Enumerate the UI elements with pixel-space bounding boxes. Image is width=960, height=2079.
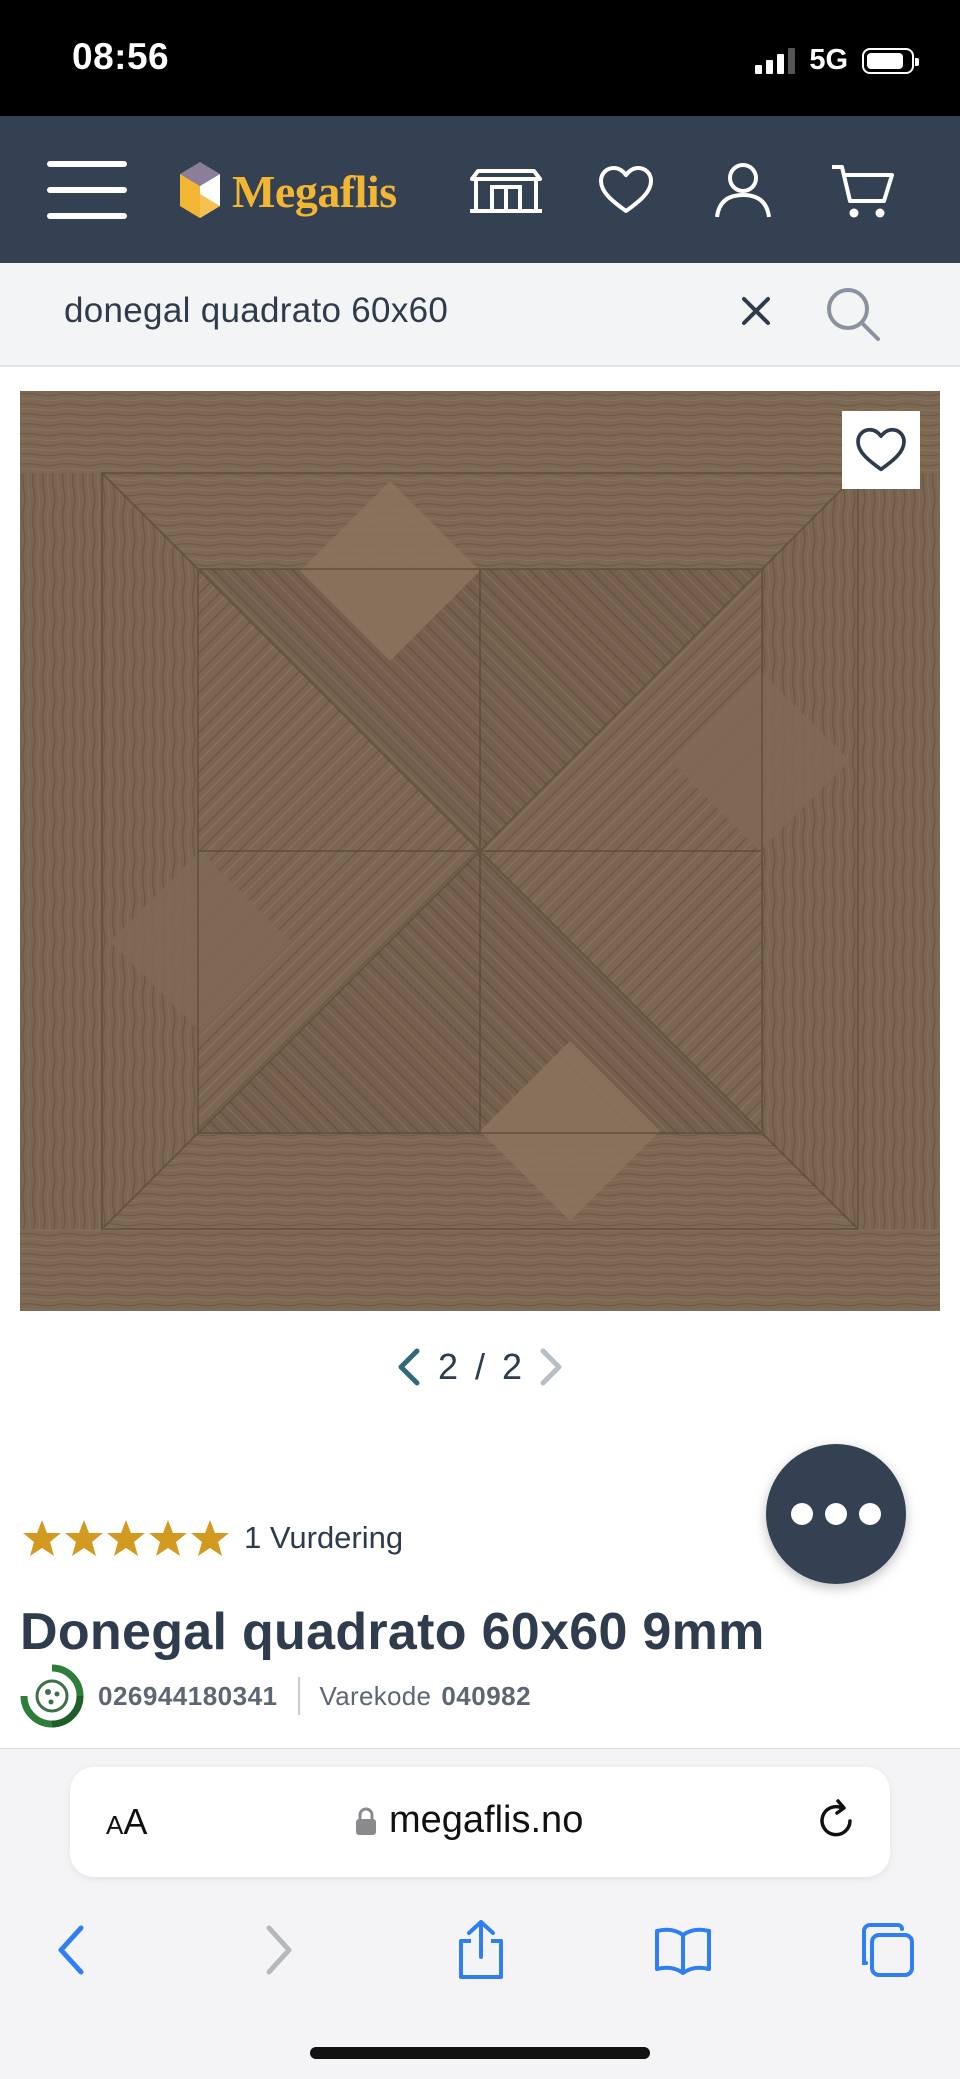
star-icon bbox=[65, 1520, 103, 1556]
tabs-button[interactable] bbox=[852, 1915, 922, 1985]
eco-badge-icon bbox=[20, 1664, 84, 1728]
account-button[interactable] bbox=[710, 116, 776, 263]
dot-icon bbox=[825, 1503, 847, 1525]
dot-icon bbox=[859, 1503, 881, 1525]
pager-total: 2 bbox=[501, 1346, 523, 1387]
rating-count[interactable]: 1 Vurdering bbox=[244, 1520, 403, 1556]
heart-icon bbox=[599, 165, 653, 213]
battery-icon bbox=[862, 47, 919, 74]
bookmarks-button[interactable] bbox=[648, 1915, 718, 1985]
search-icon[interactable] bbox=[824, 285, 882, 343]
tabs-icon bbox=[862, 1923, 914, 1977]
star-icon bbox=[191, 1520, 229, 1556]
product-image[interactable] bbox=[20, 391, 940, 1311]
pager-current: 2 bbox=[437, 1346, 458, 1387]
chevron-left-icon[interactable] bbox=[395, 1347, 421, 1387]
signal-icon bbox=[755, 47, 796, 74]
product-rating[interactable]: 1 Vurdering bbox=[22, 1518, 403, 1558]
star-icon bbox=[23, 1520, 61, 1556]
share-icon bbox=[459, 1920, 503, 1979]
search-bar: donegal quadrato 60x60 bbox=[0, 263, 960, 367]
ean-code: 026944180341 bbox=[98, 1680, 278, 1711]
product-codes: 026944180341 Varekode 040982 bbox=[18, 1660, 531, 1732]
star-rating bbox=[22, 1518, 230, 1558]
forward-button[interactable] bbox=[244, 1915, 314, 1985]
tile-pattern-image bbox=[20, 391, 940, 1311]
divider bbox=[297, 1677, 300, 1715]
wishlist-button[interactable] bbox=[594, 116, 658, 263]
browser-toolbar: AA megaflis.no bbox=[0, 1748, 960, 2079]
menu-icon bbox=[47, 160, 127, 219]
logo-cube-icon bbox=[180, 162, 220, 218]
more-actions-button[interactable] bbox=[766, 1444, 906, 1584]
showroom-icon bbox=[470, 168, 542, 213]
clear-search-icon[interactable] bbox=[732, 287, 780, 335]
lock-icon bbox=[356, 1807, 376, 1835]
aa-small: A bbox=[106, 1810, 124, 1840]
share-button[interactable] bbox=[446, 1915, 516, 1985]
chevron-left-icon bbox=[58, 1925, 84, 1975]
cart-icon bbox=[832, 164, 894, 217]
user-icon bbox=[715, 162, 771, 217]
product-title: Donegal quadrato 60x60 9mm bbox=[20, 1603, 765, 1661]
url-display[interactable]: megaflis.no bbox=[355, 1799, 583, 1842]
logo-text: Megaflis bbox=[232, 165, 397, 217]
pager-separator: / bbox=[474, 1346, 485, 1387]
varekode-label: Varekode bbox=[319, 1680, 432, 1711]
showroom-button[interactable] bbox=[466, 116, 546, 263]
back-button[interactable] bbox=[36, 1915, 106, 1985]
chevron-right-icon bbox=[266, 1925, 292, 1975]
menu-button[interactable] bbox=[44, 116, 130, 263]
heart-icon bbox=[856, 427, 906, 472]
star-icon bbox=[107, 1520, 145, 1556]
status-time: 08:56 bbox=[72, 36, 170, 77]
star-icon bbox=[149, 1520, 187, 1556]
address-bar[interactable]: AA megaflis.no bbox=[70, 1767, 890, 1877]
home-indicator bbox=[310, 2047, 650, 2059]
domain-text: megaflis.no bbox=[389, 1799, 584, 1841]
reader-settings-button[interactable]: AA bbox=[106, 1801, 147, 1843]
image-pager: 2 / 2 bbox=[380, 1340, 580, 1394]
aa-large: A bbox=[123, 1801, 148, 1842]
network-type: 5G bbox=[809, 44, 848, 76]
dot-icon bbox=[791, 1503, 813, 1525]
varekode-value: 040982 bbox=[441, 1680, 532, 1711]
status-indicators: 5G bbox=[755, 44, 919, 77]
site-header: Megaflis bbox=[0, 116, 960, 263]
chevron-right-icon[interactable] bbox=[539, 1347, 565, 1387]
add-to-wishlist-button[interactable] bbox=[842, 411, 920, 489]
reload-icon[interactable] bbox=[812, 1797, 860, 1845]
logo[interactable]: Megaflis bbox=[176, 156, 397, 226]
status-bar: 08:56 5G bbox=[0, 0, 960, 116]
cart-button[interactable] bbox=[828, 116, 896, 263]
book-icon bbox=[655, 1927, 711, 1975]
search-input[interactable]: donegal quadrato 60x60 bbox=[64, 291, 448, 331]
